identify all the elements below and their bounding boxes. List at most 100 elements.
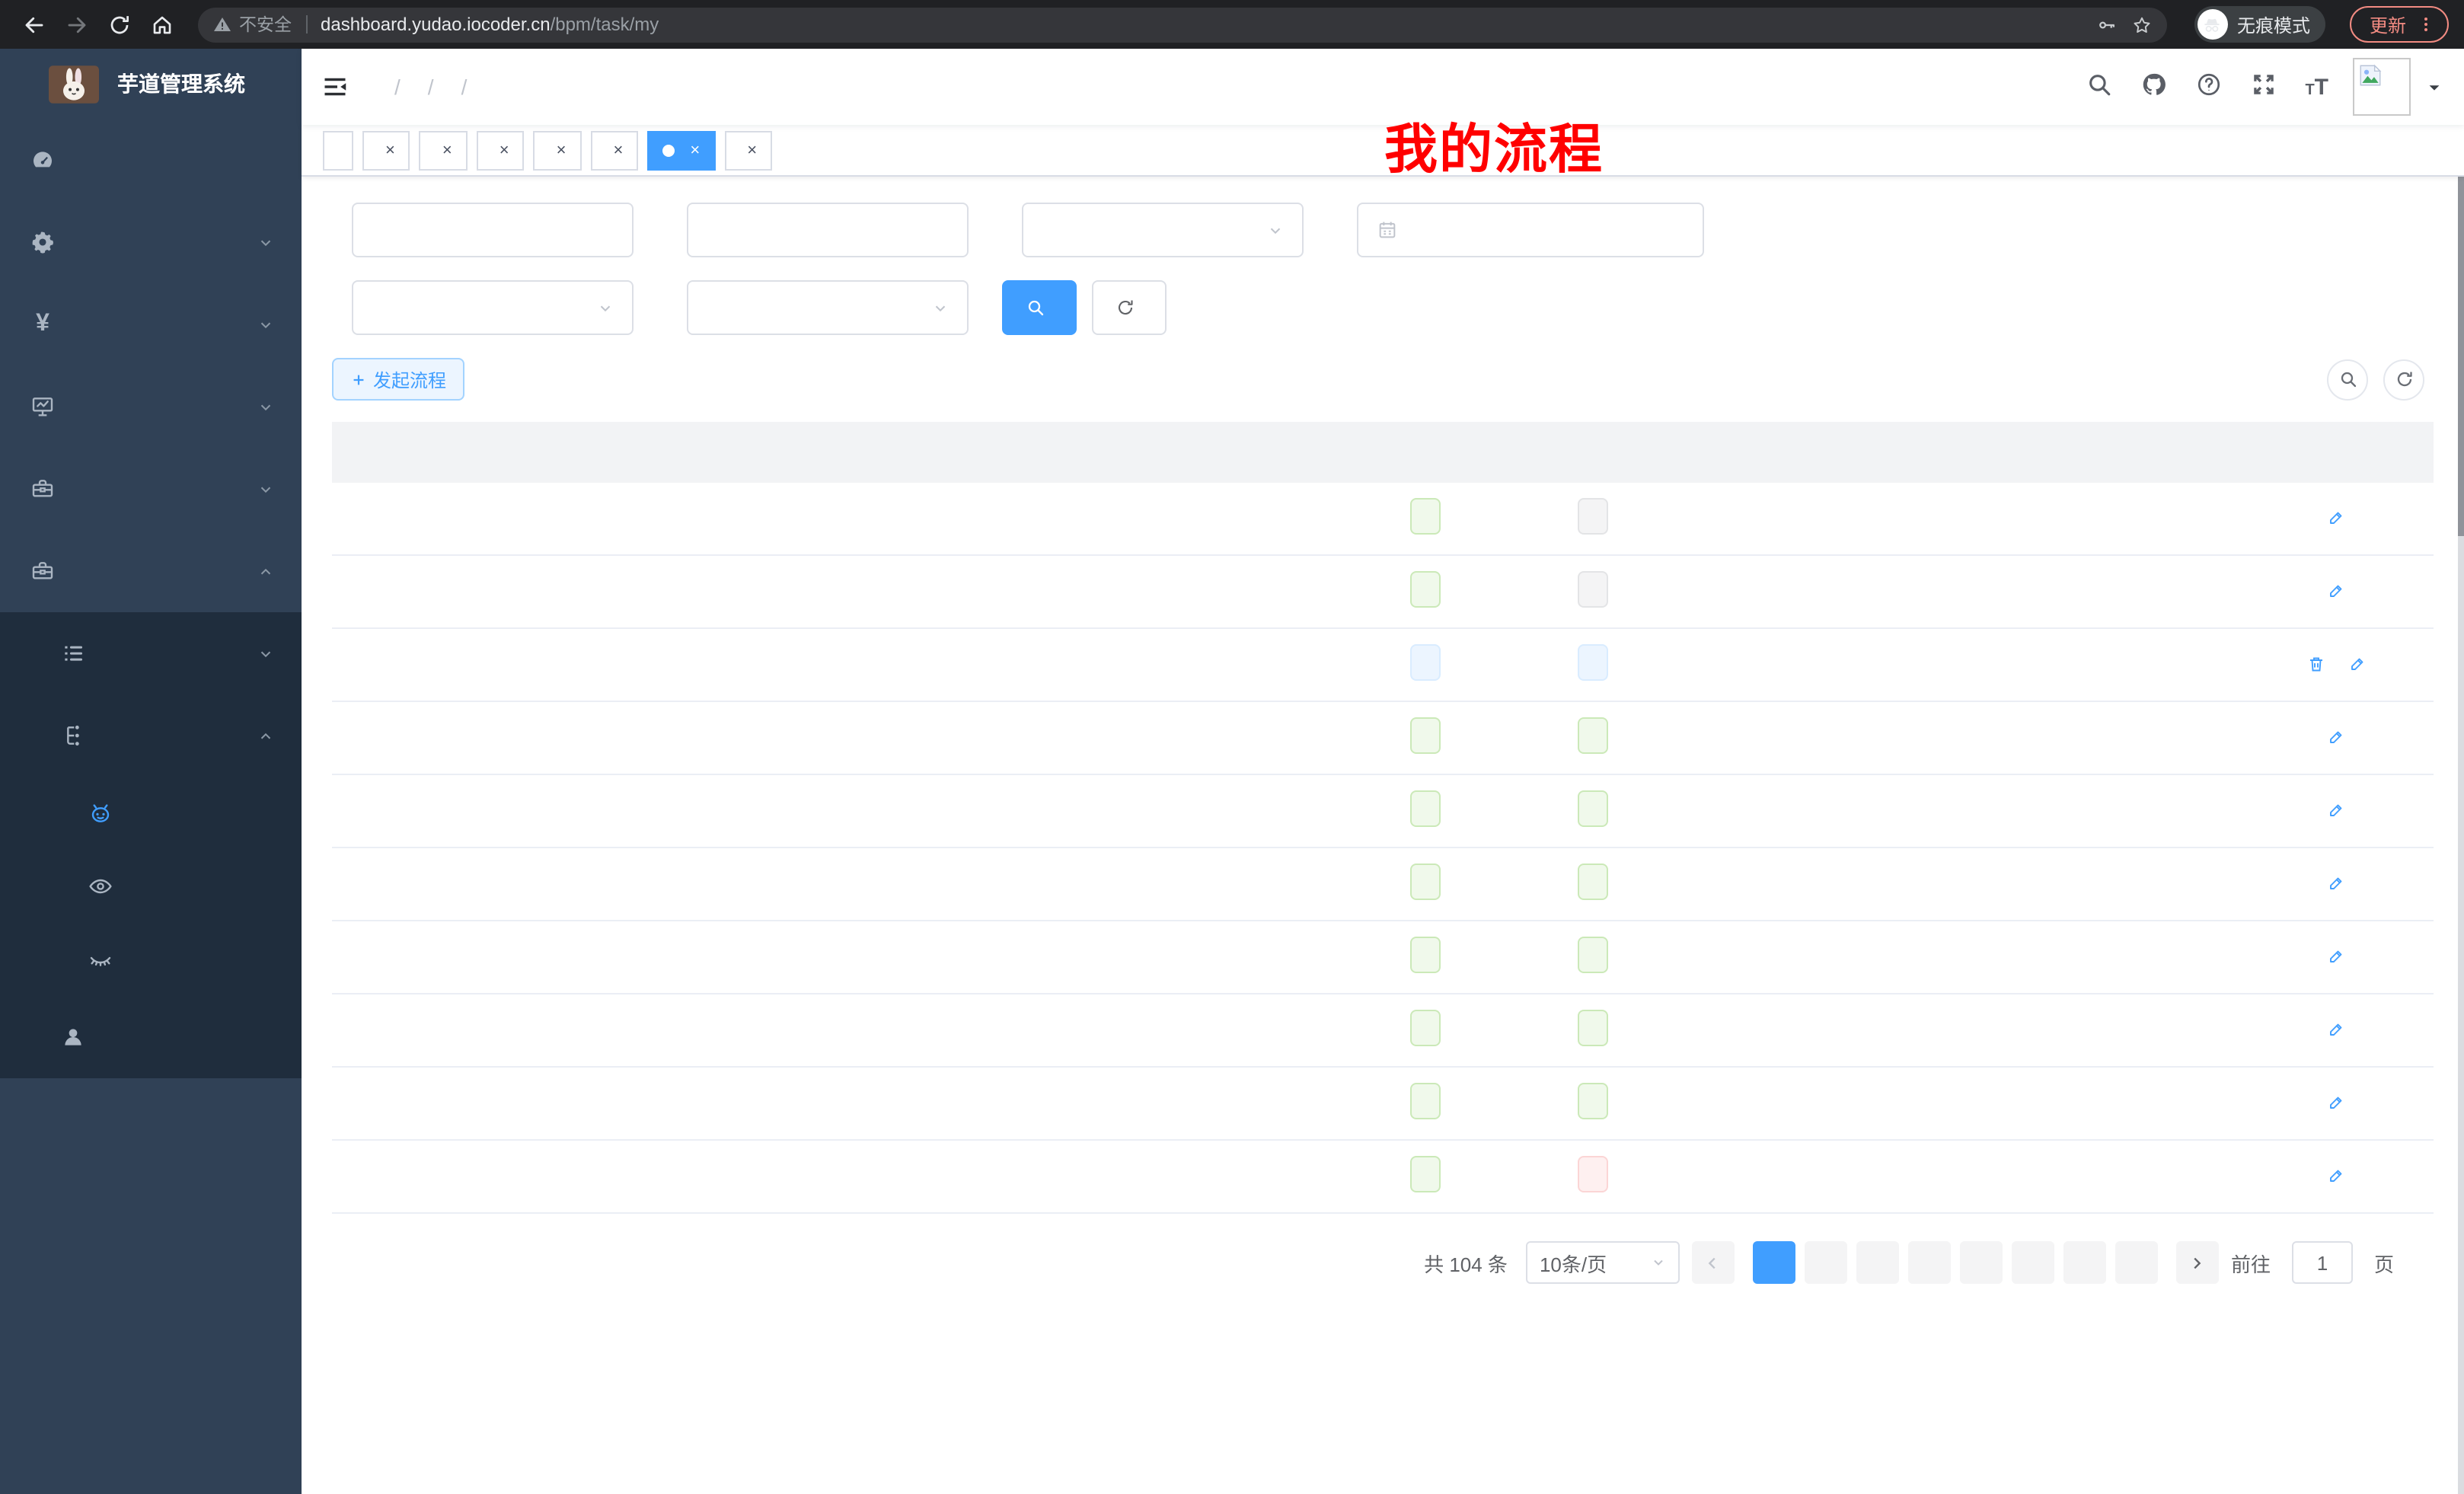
action-detail-link[interactable]: [2328, 873, 2351, 892]
action-detail-link[interactable]: [2328, 1093, 2351, 1111]
incognito-badge: 无痕模式: [2194, 6, 2325, 43]
sidebar-item-4[interactable]: [0, 448, 302, 530]
user-avatar[interactable]: [2353, 58, 2411, 116]
action-detail-link[interactable]: [2328, 1020, 2351, 1038]
filter-input[interactable]: [687, 203, 969, 257]
tab-2[interactable]: ×: [420, 130, 468, 170]
cell-actions: [2245, 872, 2434, 896]
cell-status: [1341, 644, 1509, 685]
status-badge: [1409, 864, 1440, 900]
sidebar-fold-icon[interactable]: [302, 49, 369, 125]
action-detail-link[interactable]: [2328, 727, 2351, 745]
tab-close-icon[interactable]: ×: [690, 141, 700, 159]
browser-forward-icon[interactable]: [58, 6, 94, 43]
filter-select[interactable]: [687, 280, 969, 335]
launch-process-button[interactable]: 发起流程: [332, 358, 464, 401]
action-detail-link[interactable]: [2328, 1166, 2351, 1184]
tab-0[interactable]: [323, 130, 353, 170]
action-cancel-link[interactable]: [2307, 654, 2330, 672]
tab-close-icon[interactable]: ×: [557, 141, 567, 159]
tab-4[interactable]: ×: [534, 130, 582, 170]
refresh-table-button[interactable]: [2383, 359, 2424, 400]
page-button-6[interactable]: [2012, 1241, 2054, 1284]
key-icon[interactable]: [2097, 14, 2117, 34]
app-logo: 芋道管理系统: [0, 49, 302, 119]
sidebar-item-6[interactable]: [0, 612, 302, 694]
github-icon[interactable]: [2140, 72, 2171, 102]
browser-back-icon[interactable]: [15, 6, 52, 43]
page-size-select[interactable]: 10条/页: [1526, 1241, 1680, 1284]
action-detail-link[interactable]: [2328, 581, 2351, 599]
browser-home-icon[interactable]: [143, 6, 180, 43]
filter-select[interactable]: [352, 280, 634, 335]
result-badge: [1578, 790, 1608, 827]
sidebar-item-1[interactable]: [0, 201, 302, 283]
action-detail-link[interactable]: [2328, 947, 2351, 965]
sidebar-item-3[interactable]: [0, 366, 302, 448]
sidebar-item-10[interactable]: [0, 923, 302, 996]
tab-7[interactable]: ×: [724, 130, 772, 170]
prev-page-button[interactable]: [1692, 1241, 1735, 1284]
logo-avatar: [49, 65, 99, 103]
search-icon[interactable]: [2086, 72, 2116, 102]
address-bar[interactable]: 不安全 dashboard.yudao.iocoder.cn/bpm/task/…: [198, 7, 2167, 42]
sidebar-item-9[interactable]: [0, 850, 302, 923]
eye-closed-icon: [88, 947, 113, 972]
sidebar-item-0[interactable]: [0, 119, 302, 201]
table-row: [332, 629, 2434, 702]
browser-reload-icon[interactable]: [101, 6, 137, 43]
tab-6[interactable]: ×: [647, 130, 715, 170]
sidebar-item-8[interactable]: [0, 777, 302, 850]
filter-select[interactable]: [1022, 203, 1304, 257]
tab-close-icon[interactable]: ×: [747, 141, 757, 159]
help-icon[interactable]: [2195, 72, 2226, 102]
sidebar-item-5[interactable]: [0, 530, 302, 612]
result-badge: [1578, 1083, 1608, 1119]
action-detail-link[interactable]: [2328, 800, 2351, 819]
action-detail-link[interactable]: [2328, 508, 2351, 526]
tab-close-icon[interactable]: ×: [614, 141, 624, 159]
menu-dots-icon[interactable]: [2417, 15, 2435, 34]
fullscreen-icon[interactable]: [2250, 72, 2280, 102]
url-domain: dashboard.yudao.iocoder.cn: [321, 14, 551, 35]
chevron-up-icon: [257, 563, 274, 579]
tab-3[interactable]: ×: [477, 130, 525, 170]
page-button-11[interactable]: [2115, 1241, 2158, 1284]
action-detail-link[interactable]: [2348, 654, 2371, 672]
bookmark-star-icon[interactable]: [2132, 14, 2152, 34]
toggle-search-button[interactable]: [2327, 359, 2368, 400]
sidebar-item-7[interactable]: [0, 694, 302, 777]
result-badge: [1578, 644, 1608, 681]
font-size-icon[interactable]: TT: [2305, 74, 2328, 100]
page-button-5[interactable]: [1960, 1241, 2003, 1284]
sidebar-item-11[interactable]: [0, 996, 302, 1078]
page-button-4[interactable]: [1908, 1241, 1951, 1284]
search-button[interactable]: [1002, 280, 1077, 335]
page-ellipsis[interactable]: [2063, 1241, 2106, 1284]
reset-button[interactable]: [1092, 280, 1167, 335]
filter-row-1: [332, 203, 2434, 257]
table-row: [332, 921, 2434, 994]
security-status[interactable]: 不安全: [213, 12, 292, 37]
avatar-caret-icon[interactable]: [2426, 78, 2443, 95]
cell-actions: [2245, 1164, 2434, 1189]
sidebar-item-2[interactable]: ¥: [0, 283, 302, 366]
page-button-2[interactable]: [1805, 1241, 1847, 1284]
chevron-down-icon: [932, 299, 949, 316]
cell-actions: [2245, 1018, 2434, 1042]
page-button-1[interactable]: [1753, 1241, 1795, 1284]
tab-close-icon[interactable]: ×: [385, 141, 395, 159]
goto-page-input[interactable]: 1: [2292, 1241, 2353, 1284]
page-button-3[interactable]: [1856, 1241, 1899, 1284]
filter-daterange[interactable]: [1357, 203, 1704, 257]
filter-input[interactable]: [352, 203, 634, 257]
incognito-label: 无痕模式: [2237, 11, 2310, 37]
tab-1[interactable]: ×: [362, 130, 410, 170]
tab-close-icon[interactable]: ×: [500, 141, 509, 159]
tab-5[interactable]: ×: [591, 130, 639, 170]
pagination-total: 共 104 条: [1424, 1248, 1508, 1277]
tab-close-icon[interactable]: ×: [442, 141, 452, 159]
browser-update-button[interactable]: 更新: [2350, 6, 2449, 43]
next-page-button[interactable]: [2176, 1241, 2219, 1284]
top-navbar: / / / TT: [302, 49, 2464, 125]
